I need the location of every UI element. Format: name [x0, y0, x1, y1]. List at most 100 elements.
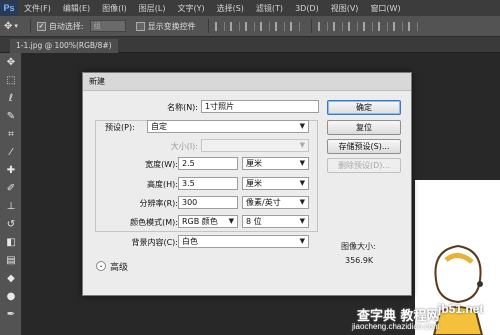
auto-select-dropdown[interactable]: 组	[89, 20, 126, 32]
move-tool-icon[interactable]: ✥	[4, 21, 12, 32]
resolution-unit: 像素/英寸	[246, 198, 281, 207]
height-input[interactable]: 3.5	[178, 177, 238, 190]
width-label: 宽度(W):	[145, 160, 178, 169]
history-brush-tool-icon[interactable]: ↺	[0, 215, 22, 233]
align-top-icon[interactable]	[214, 21, 225, 31]
ok-button[interactable]: 确定	[327, 100, 401, 115]
color-mode-dropdown[interactable]: RGB 颜色 ▼	[178, 215, 238, 228]
separator	[207, 19, 209, 33]
bit-depth-value: 8 位	[246, 217, 262, 226]
quick-select-tool-icon[interactable]: ✎	[0, 107, 22, 125]
chevron-down-icon: ▼	[228, 217, 234, 225]
chevron-down-icon: ▼	[299, 217, 305, 225]
distribute-top-icon[interactable]	[317, 21, 328, 31]
photoshop-logo: Ps	[0, 0, 18, 16]
chevron-down-icon: ▼	[299, 237, 305, 245]
preset-dropdown[interactable]: 自定 ▼	[147, 120, 309, 133]
auto-select-label: 自动选择:	[48, 21, 84, 31]
chevron-down-icon: ▼	[299, 198, 305, 206]
save-preset-button[interactable]: 存储预设(S)...	[327, 139, 401, 154]
menu-3d[interactable]: 3D(D)	[289, 4, 325, 13]
height-unit: 厘米	[246, 179, 262, 188]
menu-type[interactable]: 文字(Y)	[171, 3, 210, 14]
chevron-down-icon: ▼	[299, 141, 305, 149]
pen-tool-icon[interactable]: ✒	[0, 305, 22, 323]
gradient-tool-icon[interactable]: ▤	[0, 251, 22, 269]
width-unit: 厘米	[246, 159, 262, 168]
background-label: 背景内容(C):	[131, 238, 178, 247]
menu-view[interactable]: 视图(V)	[325, 3, 365, 14]
blur-tool-icon[interactable]: ◆	[0, 269, 22, 287]
background-dropdown[interactable]: 白色 ▼	[178, 235, 309, 248]
resolution-input[interactable]: 300	[178, 196, 238, 209]
move-tool-icon[interactable]: ✥	[0, 53, 22, 71]
clone-stamp-tool-icon[interactable]: ⊥	[0, 197, 22, 215]
chevron-down-icon: ▼	[299, 159, 305, 167]
delete-preset-button[interactable]: 删除预设(D)...	[327, 158, 401, 173]
image-size-label: 图像大小:	[341, 242, 376, 251]
background-value: 白色	[182, 237, 198, 246]
chevron-down-icon[interactable]: ⌄	[96, 261, 106, 271]
advanced-label: 高级	[110, 262, 129, 273]
tools-panel: ✥ ⬚ ℓ ✎ ⌗ ⁄ ✚ ✐ ⊥ ↺ ◧ ▤ ◆ ● ✒	[0, 53, 22, 335]
preset-label: 预设(P):	[105, 123, 135, 132]
options-bar: ✥ ▾ ✓ 自动选择: 组 显示变换控件	[0, 16, 500, 37]
menu-image[interactable]: 图像(I)	[96, 3, 133, 14]
chevron-down-icon: ▼	[299, 122, 305, 130]
lasso-tool-icon[interactable]: ℓ	[0, 89, 22, 107]
distribute-right-icon[interactable]	[392, 21, 403, 31]
align-vcenter-icon[interactable]	[229, 21, 240, 31]
size-label: 大小(I):	[170, 142, 198, 151]
eraser-tool-icon[interactable]: ◧	[0, 233, 22, 251]
healing-brush-tool-icon[interactable]: ✚	[0, 161, 22, 179]
distribute-bottom-icon[interactable]	[347, 21, 358, 31]
watermark-url: jiaocheng.chazidian.com	[352, 322, 440, 331]
menu-select[interactable]: 选择(S)	[211, 3, 250, 14]
menu-layer[interactable]: 图层(L)	[133, 3, 172, 14]
menu-window[interactable]: 窗口(W)	[364, 3, 406, 14]
crop-tool-icon[interactable]: ⌗	[0, 125, 22, 143]
align-hcenter-icon[interactable]	[274, 21, 285, 31]
distribute-hcenter-icon[interactable]	[377, 21, 388, 31]
eyedropper-tool-icon[interactable]: ⁄	[0, 143, 22, 161]
width-input[interactable]: 2.5	[178, 157, 238, 170]
preset-value: 自定	[151, 122, 167, 131]
name-input[interactable]: 1寸照片	[201, 100, 319, 113]
reset-button[interactable]: 复位	[327, 120, 401, 135]
brush-tool-icon[interactable]: ✐	[0, 179, 22, 197]
menu-edit[interactable]: 编辑(E)	[57, 3, 96, 14]
document-tab[interactable]: 1-1.jpg @ 100%(RGB/8#)	[10, 39, 118, 53]
chevron-down-icon[interactable]: ▾	[14, 22, 18, 30]
name-label: 名称(N):	[167, 103, 198, 112]
height-label: 高度(H):	[147, 180, 178, 189]
menu-file[interactable]: 文件(F)	[18, 3, 57, 14]
color-mode-value: RGB 颜色	[182, 217, 218, 226]
bit-depth-dropdown[interactable]: 8 位 ▼	[242, 215, 309, 228]
dialog-title: 新建	[83, 73, 411, 91]
dodge-tool-icon[interactable]: ●	[0, 287, 22, 305]
align-left-icon[interactable]	[259, 21, 270, 31]
distribute-left-icon[interactable]	[362, 21, 373, 31]
advanced-section[interactable]: ⌄ 高级	[96, 259, 128, 273]
align-right-icon[interactable]	[289, 21, 300, 31]
menu-filter[interactable]: 滤镜(T)	[250, 3, 289, 14]
new-document-dialog: 新建 名称(N): 1寸照片 预设(P): 自定 ▼ 大小(I): ▼ 宽度(W…	[82, 72, 412, 296]
separator	[310, 19, 312, 33]
resolution-label: 分辨率(R):	[139, 199, 179, 208]
document-tab-bar: 1-1.jpg @ 100%(RGB/8#)	[0, 37, 500, 53]
distribute-vcenter-icon[interactable]	[332, 21, 343, 31]
menu-bar: Ps 文件(F) 编辑(E) 图像(I) 图层(L) 文字(Y) 选择(S) 滤…	[0, 0, 500, 16]
marquee-tool-icon[interactable]: ⬚	[0, 71, 22, 89]
show-transform-checkbox[interactable]	[135, 21, 145, 31]
auto-select-checkbox[interactable]: ✓	[36, 21, 46, 31]
size-dropdown[interactable]: ▼	[201, 139, 309, 152]
watermark-site: jb51.net	[438, 302, 484, 316]
width-unit-dropdown[interactable]: 厘米 ▼	[242, 157, 309, 170]
image-size-value: 356.9K	[345, 256, 374, 265]
chevron-down-icon: ▼	[299, 179, 305, 187]
separator	[29, 19, 31, 33]
resolution-unit-dropdown[interactable]: 像素/英寸 ▼	[242, 196, 309, 209]
auto-align-icon[interactable]	[407, 21, 418, 31]
height-unit-dropdown[interactable]: 厘米 ▼	[242, 177, 309, 190]
align-bottom-icon[interactable]	[244, 21, 255, 31]
